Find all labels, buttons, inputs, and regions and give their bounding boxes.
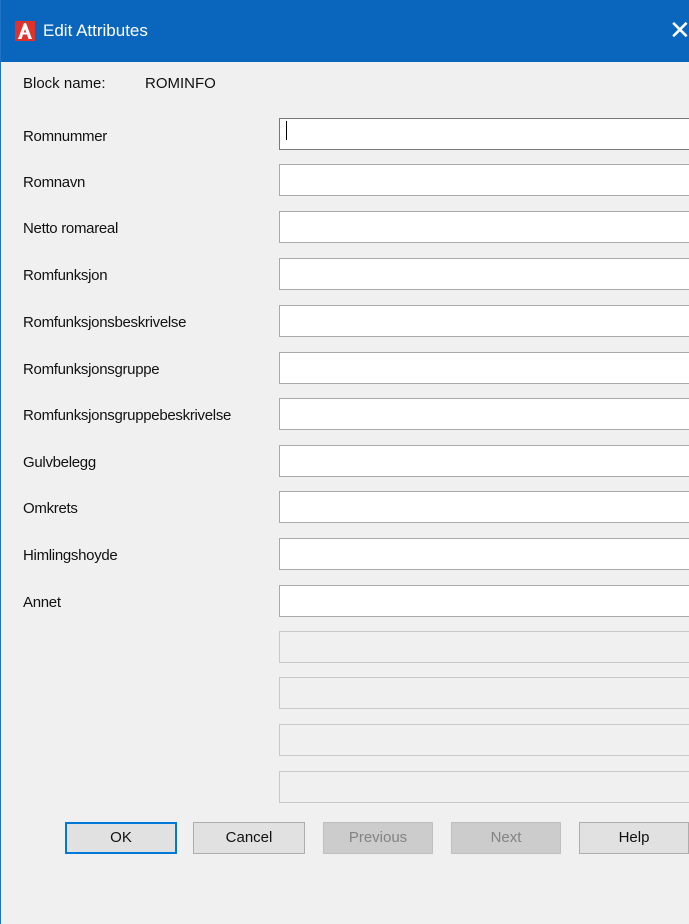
attr-input-romnummer[interactable] [279,118,689,150]
empty-attribute-slot [279,631,689,663]
attr-label-romfunksjonsgruppebeskrivelse: Romfunksjonsgruppebeskrivelse [23,407,232,424]
help-button[interactable]: Help [579,822,689,854]
block-name-label: Block name: [23,75,106,92]
attr-label-romfunksjonsbeskrivelse: Romfunksjonsbeskrivelse [23,314,187,331]
attr-input-himlingshoyde[interactable] [279,538,689,570]
empty-attribute-slot [279,677,689,709]
attr-label-gulvbelegg: Gulvbelegg [23,454,96,471]
title-bar[interactable]: Edit Attributes ✕ [1,0,689,62]
next-button[interactable]: Next [451,822,561,854]
ok-button[interactable]: OK [65,822,177,854]
attr-label-romnavn: Romnavn [23,174,86,191]
attr-input-romfunksjonsgruppebeskrivelse[interactable] [279,398,689,430]
attr-label-omkrets: Omkrets [23,500,78,517]
empty-attribute-slot [279,724,689,756]
attr-input-romfunksjonsbeskrivelse[interactable] [279,305,689,337]
attr-label-romfunksjon: Romfunksjon [23,267,108,284]
attr-input-romfunksjonsgruppe[interactable] [279,352,689,384]
attr-input-romnavn[interactable] [279,164,689,196]
attr-input-romfunksjon[interactable] [279,258,689,290]
text-caret [286,121,287,140]
attr-label-netto-romareal: Netto romareal [23,220,119,237]
attr-label-annet: Annet [23,594,61,611]
block-name-value: ROMINFO [145,75,216,92]
previous-button[interactable]: Previous [323,822,433,854]
empty-attribute-slot [279,771,689,803]
cancel-button[interactable]: Cancel [193,822,305,854]
autocad-icon [15,21,35,41]
attr-input-gulvbelegg[interactable] [279,445,689,477]
window-title: Edit Attributes [43,21,148,40]
attr-label-romfunksjonsgruppe: Romfunksjonsgruppe [23,361,160,378]
close-icon[interactable]: ✕ [669,15,689,45]
attr-input-omkrets[interactable] [279,491,689,523]
attr-label-himlingshoyde: Himlingshoyde [23,547,118,564]
edit-attributes-dialog: Edit Attributes ✕ Block name: ROMINFO Ro… [0,0,689,924]
attr-input-annet[interactable] [279,585,689,617]
attr-input-netto-romareal[interactable] [279,211,689,243]
attr-label-romnummer: Romnummer [23,128,107,145]
